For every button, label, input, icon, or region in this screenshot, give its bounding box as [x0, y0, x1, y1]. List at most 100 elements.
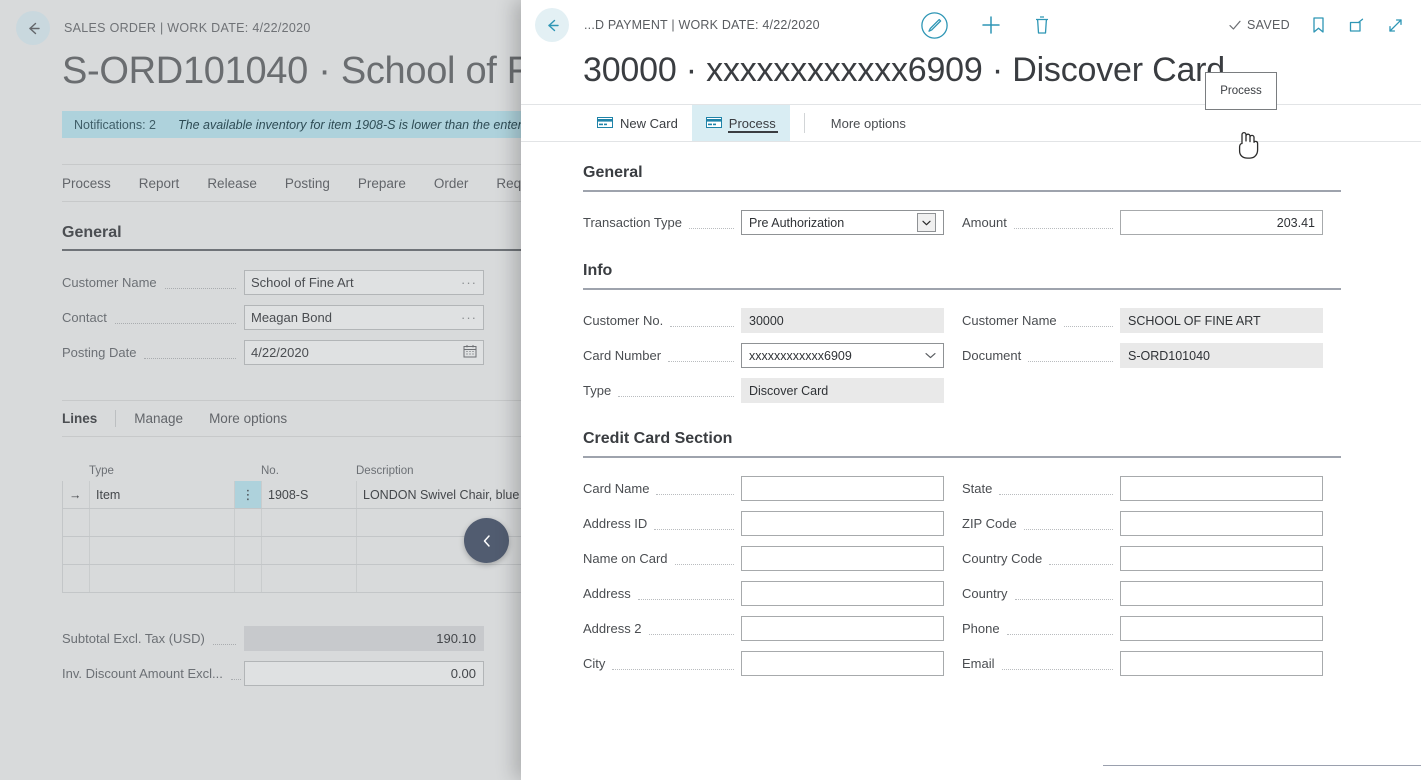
info-fields: Customer No. 30000 Card Number xxxxxxxxx…	[583, 303, 1341, 408]
expand-fullscreen-icon[interactable]	[1386, 16, 1405, 35]
header-type[interactable]: Type	[89, 465, 234, 481]
country-code-input[interactable]	[1120, 546, 1323, 571]
field-label: Email	[962, 656, 995, 671]
chevron-left-icon[interactable]	[464, 518, 509, 563]
email-input[interactable]	[1120, 651, 1323, 676]
table-row[interactable]: → Item ⋮ 1908-S LONDON Swivel Chair, blu…	[62, 481, 524, 509]
action-tab-order[interactable]: Order	[434, 176, 469, 191]
transaction-type-select[interactable]: Pre Authorization	[741, 210, 944, 235]
amount-input[interactable]: 203.41	[1120, 210, 1323, 235]
phone-input[interactable]	[1120, 616, 1323, 641]
city-input[interactable]	[741, 651, 944, 676]
action-tab-release[interactable]: Release	[207, 176, 257, 191]
cell-menu[interactable]	[235, 537, 262, 564]
lookup-ellipsis-icon[interactable]: ···	[461, 275, 477, 290]
header-description[interactable]: Description	[356, 465, 524, 481]
cell-type[interactable]	[90, 565, 235, 592]
field-inv-discount-amount: Inv. Discount Amount Excl... 0.00	[62, 656, 524, 691]
sales-order-breadcrumb: SALES ORDER | WORK DATE: 4/22/2020	[64, 21, 311, 35]
cell-type[interactable]	[90, 537, 235, 564]
more-options-button[interactable]: More options	[819, 105, 918, 141]
notification-count: Notifications: 2	[74, 117, 156, 132]
address-input[interactable]	[741, 581, 944, 606]
field-transaction-type: Transaction Type Pre Authorization	[583, 205, 962, 240]
info-heading: Info	[583, 262, 613, 279]
cell-menu[interactable]	[235, 509, 262, 536]
cell-type[interactable]	[90, 509, 235, 536]
lines-tab[interactable]: Lines	[62, 411, 97, 426]
lines-manage-tab[interactable]: Manage	[134, 411, 183, 426]
open-in-new-window-icon[interactable]	[1347, 16, 1366, 35]
cell-menu[interactable]	[235, 565, 262, 592]
field-contact: Contact Meagan Bond ···	[62, 300, 524, 335]
action-tab-process[interactable]: Process	[62, 176, 111, 191]
new-card-label: New Card	[620, 115, 678, 131]
general-left-column: Transaction Type Pre Authorization	[583, 205, 962, 240]
header-no[interactable]: No.	[261, 465, 356, 481]
posting-date-input[interactable]: 4/22/2020	[244, 340, 484, 365]
credit-card-icon	[705, 116, 722, 131]
lines-more-options[interactable]: More options	[209, 411, 287, 426]
cell-no[interactable]: 1908-S	[262, 481, 357, 508]
panel-header-actions	[918, 9, 1053, 42]
lookup-ellipsis-icon[interactable]: ···	[461, 310, 477, 325]
leader-dots	[1001, 658, 1113, 670]
action-tab-request-approval[interactable]: Request A	[496, 176, 524, 191]
leader-dots	[164, 277, 236, 289]
cell-description[interactable]	[357, 565, 524, 592]
field-label: Posting Date	[62, 345, 137, 360]
plus-icon[interactable]	[979, 13, 1003, 37]
leader-dots	[1006, 623, 1113, 635]
zip-code-input[interactable]	[1120, 511, 1323, 536]
trash-icon[interactable]	[1031, 13, 1053, 37]
customer-name-value: SCHOOL OF FINE ART	[1120, 308, 1323, 333]
field-card-number: Card Number xxxxxxxxxxxx6909	[583, 338, 962, 373]
table-row[interactable]	[62, 565, 524, 593]
contact-input[interactable]: Meagan Bond ···	[244, 305, 484, 330]
cell-description[interactable]: LONDON Swivel Chair, blue	[357, 481, 524, 508]
inv-discount-input[interactable]: 0.00	[244, 661, 484, 686]
sales-order-page: SALES ORDER | WORK DATE: 4/22/2020 S-ORD…	[0, 0, 524, 780]
leader-dots	[670, 315, 734, 327]
notification-bar[interactable]: Notifications: 2 The available inventory…	[62, 111, 524, 138]
type-value: Discover Card	[741, 378, 944, 403]
customer-name-input[interactable]: School of Fine Art ···	[244, 270, 484, 295]
chevron-down-icon[interactable]	[917, 213, 936, 232]
page-title: 30000 · xxxxxxxxxxxx6909 · Discover Card	[583, 51, 1226, 89]
process-button[interactable]: Process	[691, 105, 790, 141]
state-input[interactable]	[1120, 476, 1323, 501]
leader-dots	[656, 483, 734, 495]
address-2-input[interactable]	[741, 616, 944, 641]
field-label: Subtotal Excl. Tax (USD)	[62, 631, 205, 646]
check-icon	[1229, 20, 1241, 30]
cell-no[interactable]	[262, 509, 357, 536]
card-name-input[interactable]	[741, 476, 944, 501]
cell-no[interactable]	[262, 565, 357, 592]
back-arrow-icon[interactable]	[535, 8, 569, 42]
calendar-icon[interactable]	[463, 344, 477, 361]
new-card-button[interactable]: New Card	[583, 105, 692, 141]
bookmark-icon[interactable]	[1310, 15, 1327, 35]
country-input[interactable]	[1120, 581, 1323, 606]
lines-tabbar: Lines Manage More options	[62, 400, 524, 437]
action-tab-prepare[interactable]: Prepare	[358, 176, 406, 191]
field-label: Customer Name	[62, 275, 157, 290]
general-divider	[583, 190, 1341, 192]
card-number-combobox[interactable]: xxxxxxxxxxxx6909	[741, 343, 944, 368]
table-row[interactable]	[62, 537, 524, 565]
action-tab-posting[interactable]: Posting	[285, 176, 330, 191]
row-menu-icon[interactable]: ⋮	[235, 481, 262, 508]
lines-table: Type No. Description → Item ⋮ 1908-S LON…	[62, 457, 524, 593]
cell-type[interactable]: Item	[90, 481, 235, 508]
table-row[interactable]	[62, 509, 524, 537]
action-tab-report[interactable]: Report	[139, 176, 180, 191]
panel-bottom-divider	[1103, 765, 1421, 766]
name-on-card-input[interactable]	[741, 546, 944, 571]
edit-pencil-icon[interactable]	[918, 9, 951, 42]
address-id-input[interactable]	[741, 511, 944, 536]
chevron-down-icon[interactable]	[925, 352, 936, 359]
cell-no[interactable]	[262, 537, 357, 564]
back-arrow-icon[interactable]	[16, 11, 50, 45]
leader-dots	[212, 633, 236, 645]
credit-card-right-column: State ZIP Code Country Code Country Phon…	[962, 471, 1341, 681]
